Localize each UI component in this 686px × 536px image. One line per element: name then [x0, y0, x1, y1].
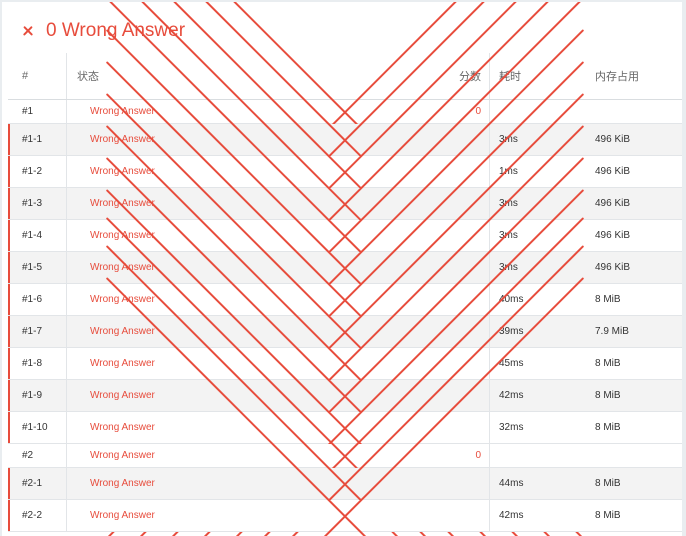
row-status-cell: Wrong Answer: [66, 316, 490, 347]
status-text: Wrong Answer: [77, 510, 155, 521]
task-row[interactable]: #1 Wrong Answer 0: [8, 100, 682, 124]
column-header-status: 状态: [77, 71, 99, 83]
row-memory: 496 KiB: [595, 166, 631, 177]
close-icon: [77, 168, 84, 175]
row-id: #1: [22, 106, 34, 117]
close-icon: [77, 108, 84, 115]
row-time: 32ms: [499, 422, 524, 433]
row-id: #2-2: [22, 510, 43, 521]
close-icon: [77, 360, 84, 367]
status-text: Wrong Answer: [77, 230, 155, 241]
row-memory: 496 KiB: [595, 262, 631, 273]
close-icon: [77, 328, 84, 335]
row-status-cell: Wrong Answer: [66, 220, 490, 251]
row-memory: 7.9 MiB: [595, 326, 629, 337]
row-memory: 8 MiB: [595, 294, 621, 305]
row-time: 42ms: [499, 390, 524, 401]
row-id: #1-10: [22, 422, 48, 433]
testcase-row[interactable]: #1-10 Wrong Answer 32ms 8 MiB: [8, 412, 682, 444]
row-id: #2-1: [22, 478, 43, 489]
row-memory: 8 MiB: [595, 422, 621, 433]
status-text: Wrong Answer: [77, 294, 155, 305]
close-icon: [77, 232, 84, 239]
judge-result-panel: 0 Wrong Answer # 状态 分数 耗时 内存占用 #1 Wrong A…: [2, 2, 682, 536]
status-text: Wrong Answer: [77, 326, 155, 337]
row-id: #1-6: [22, 294, 43, 305]
row-id: #1-7: [22, 326, 43, 337]
close-icon: [77, 264, 84, 271]
status-label: Wrong Answer: [90, 390, 155, 401]
row-memory: [586, 444, 682, 467]
row-id: #1-9: [22, 390, 43, 401]
close-icon: [77, 296, 84, 303]
row-memory: 8 MiB: [595, 478, 621, 489]
row-time: [490, 444, 586, 467]
row-id: #1-8: [22, 358, 43, 369]
close-icon: [77, 452, 84, 459]
status-text: Wrong Answer: [77, 478, 155, 489]
verdict-header: 0 Wrong Answer: [22, 19, 185, 43]
row-id: #1-4: [22, 230, 43, 241]
table-header-row: # 状态 分数 耗时 内存占用: [8, 53, 682, 100]
row-memory: [586, 100, 682, 123]
status-text: Wrong Answer: [77, 422, 155, 433]
testcase-row[interactable]: #2-1 Wrong Answer 44ms 8 MiB: [8, 468, 682, 500]
row-memory: 8 MiB: [595, 390, 621, 401]
row-id: #1-1: [22, 134, 43, 145]
column-header-memory: 内存占用: [595, 71, 639, 83]
row-status-cell: Wrong Answer: [66, 468, 490, 499]
column-header-id: #: [22, 70, 29, 82]
table-body: #1 Wrong Answer 0 #1-1 Wrong Answer 3ms 496 Ki…: [8, 100, 682, 532]
task-row[interactable]: #2 Wrong Answer 0: [8, 444, 682, 468]
status-text: Wrong Answer: [77, 390, 155, 401]
status-text: Wrong Answer: [77, 358, 155, 369]
row-id: #1-2: [22, 166, 43, 177]
close-icon: [22, 25, 34, 37]
status-text: Wrong Answer: [77, 262, 155, 273]
row-memory: 496 KiB: [595, 230, 631, 241]
status-label: Wrong Answer: [90, 326, 155, 337]
row-memory: 8 MiB: [595, 358, 621, 369]
column-header-status-score: 状态 分数: [66, 53, 490, 99]
row-status-cell: Wrong Answer: [66, 380, 490, 411]
row-score: 0: [475, 106, 481, 117]
testcase-table: # 状态 分数 耗时 内存占用 #1 Wrong Answer 0 #1-1 Wrong…: [8, 53, 682, 532]
testcase-row[interactable]: #1-7 Wrong Answer 39ms 7.9 MiB: [8, 316, 682, 348]
status-text: Wrong Answer: [77, 450, 155, 461]
close-icon: [77, 392, 84, 399]
close-icon: [77, 136, 84, 143]
status-label: Wrong Answer: [90, 262, 155, 273]
status-label: Wrong Answer: [90, 294, 155, 305]
row-status-cell: Wrong Answer: [66, 500, 490, 531]
close-icon: [77, 200, 84, 207]
row-id: #2: [22, 450, 34, 461]
row-id: #1-5: [22, 262, 43, 273]
row-score: 0: [475, 450, 481, 461]
status-label: Wrong Answer: [90, 422, 155, 433]
testcase-row[interactable]: #1-9 Wrong Answer 42ms 8 MiB: [8, 380, 682, 412]
row-time: 44ms: [499, 478, 524, 489]
close-icon: [77, 424, 84, 431]
status-text: Wrong Answer: [77, 106, 155, 117]
status-label: Wrong Answer: [90, 478, 155, 489]
close-icon: [77, 480, 84, 487]
row-time: 42ms: [499, 510, 524, 521]
status-label: Wrong Answer: [90, 450, 155, 461]
testcase-row[interactable]: #1-6 Wrong Answer 40ms 8 MiB: [8, 284, 682, 316]
row-memory: 496 KiB: [595, 134, 631, 145]
status-label: Wrong Answer: [90, 358, 155, 369]
status-label: Wrong Answer: [90, 510, 155, 521]
row-memory: 496 KiB: [595, 198, 631, 209]
row-time: 45ms: [499, 358, 524, 369]
row-memory: 8 MiB: [595, 510, 621, 521]
testcase-row[interactable]: #2-2 Wrong Answer 42ms 8 MiB: [8, 500, 682, 532]
testcase-row[interactable]: #1-8 Wrong Answer 45ms 8 MiB: [8, 348, 682, 380]
close-icon: [77, 512, 84, 519]
row-id: #1-3: [22, 198, 43, 209]
